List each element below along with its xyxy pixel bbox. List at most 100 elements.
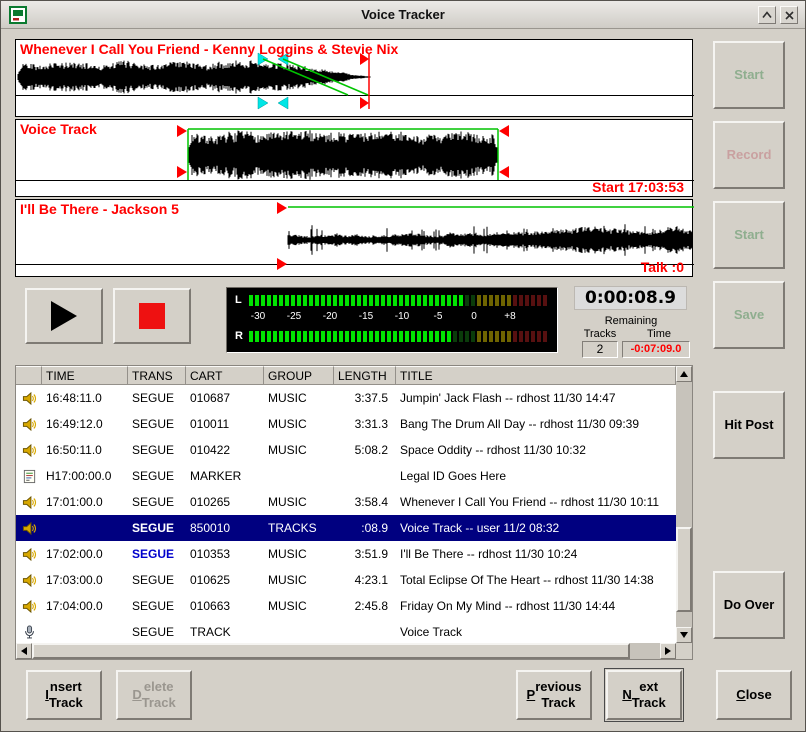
scroll-left-button[interactable] xyxy=(16,643,32,659)
scroll-down-button[interactable] xyxy=(676,627,692,643)
log-cell-group: MUSIC xyxy=(264,489,334,515)
titlebar: Voice Tracker xyxy=(1,1,805,29)
log-cell-title: Bang The Drum All Day -- rdhost 11/30 09… xyxy=(396,411,676,437)
playback-position-marker[interactable] xyxy=(360,53,369,109)
talk-time: Talk :0 xyxy=(641,259,684,275)
log-cell-title: Friday On My Mind -- rdhost 11/30 14:44 xyxy=(396,593,676,619)
log-header-cell: TRANS xyxy=(128,366,186,385)
track-title: Voice Track xyxy=(20,121,97,137)
meter-scale-label: -25 xyxy=(287,311,301,322)
arrow-right-icon xyxy=(665,647,671,655)
meter-left-label: L xyxy=(235,294,242,306)
log-row[interactable]: SEGUETRACKVoice Track xyxy=(16,619,676,643)
previous-track-button[interactable]: PreviousTrack xyxy=(516,670,592,720)
log-row[interactable]: 17:03:00.0SEGUE010625MUSIC4:23.1Total Ec… xyxy=(16,567,676,593)
shade-button[interactable] xyxy=(758,6,776,24)
voice-tracker-window: Voice Tracker xyxy=(0,0,806,732)
meter-scale-label: +8 xyxy=(504,311,515,322)
log-cell-time: 16:49:12.0 xyxy=(42,411,128,437)
speaker-icon xyxy=(16,411,42,437)
log-row[interactable]: SEGUE850010TRACKS:08.9Voice Track -- use… xyxy=(16,515,676,541)
log-cell-trans: SEGUE xyxy=(128,541,186,567)
log-cell-time xyxy=(42,515,128,541)
meter-bar-left xyxy=(249,295,551,306)
log-row[interactable]: 17:01:00.0SEGUE010265MUSIC3:58.4Whenever… xyxy=(16,489,676,515)
close-button[interactable]: Close xyxy=(716,670,792,720)
log-viewport: TIMETRANSCARTGROUPLENGTHTITLE 16:48:11.0… xyxy=(16,366,676,643)
log-cell-title: I'll Be There -- rdhost 11/30 10:24 xyxy=(396,541,676,567)
record-button[interactable]: Record xyxy=(713,121,785,189)
log-cell-trans: SEGUE xyxy=(128,593,186,619)
log-cell-group: TRACKS xyxy=(264,515,334,541)
scrollbar-corner xyxy=(676,643,692,659)
meter-scale-label: -15 xyxy=(359,311,373,322)
stop-button[interactable] xyxy=(113,288,191,344)
delete-track-button[interactable]: DeleteTrack xyxy=(116,670,192,720)
meter-scale-label: -30 xyxy=(251,311,265,322)
log-cell-group xyxy=(264,619,334,643)
horizontal-scrollbar[interactable] xyxy=(16,643,676,659)
log-row[interactable]: H17:00:00.0SEGUEMARKERLegal ID Goes Here xyxy=(16,463,676,489)
meter-scale-label: -5 xyxy=(434,311,443,322)
log-cell-trans: SEGUE xyxy=(128,489,186,515)
log-cell-group: MUSIC xyxy=(264,385,334,411)
track-panel-previous-cart[interactable]: Whenever I Call You Friend - Kenny Loggi… xyxy=(15,39,693,117)
log-cell-time: 16:48:11.0 xyxy=(42,385,128,411)
track-start-time: Start 17:03:53 xyxy=(592,179,684,195)
speaker-icon xyxy=(16,593,42,619)
play-button[interactable] xyxy=(25,288,103,344)
log-header-cell: TITLE xyxy=(396,366,676,385)
save-button[interactable]: Save xyxy=(713,281,785,349)
log-header-cell: TIME xyxy=(42,366,128,385)
scroll-right-button[interactable] xyxy=(660,643,676,659)
log-row[interactable]: 17:02:00.0SEGUE010353MUSIC3:51.9I'll Be … xyxy=(16,541,676,567)
log-cell-trans: SEGUE xyxy=(128,411,186,437)
track-panel-next-cart[interactable]: I'll Be There - Jackson 5 Talk :0 xyxy=(15,199,693,277)
log-cell-length: 3:58.4 xyxy=(334,489,396,515)
titlebar-close-button[interactable] xyxy=(780,6,798,24)
elapsed-time-display: 0:00:08.9 xyxy=(574,286,687,310)
log-cell-trans: SEGUE xyxy=(128,567,186,593)
log-header: TIMETRANSCARTGROUPLENGTHTITLE xyxy=(16,366,676,385)
log-cell-title: Jumpin' Jack Flash -- rdhost 11/30 14:47 xyxy=(396,385,676,411)
log-cell-length: :08.9 xyxy=(334,515,396,541)
hit-post-button[interactable]: Hit Post xyxy=(713,391,785,459)
log-cell-trans: SEGUE xyxy=(128,515,186,541)
speaker-icon xyxy=(16,385,42,411)
log-cell-time: 17:02:00.0 xyxy=(42,541,128,567)
start-markers[interactable] xyxy=(277,202,287,270)
log-row[interactable]: 17:04:00.0SEGUE010663MUSIC2:45.8Friday O… xyxy=(16,593,676,619)
remaining-time-label: Time xyxy=(630,328,688,340)
log-cell-cart: 010687 xyxy=(186,385,264,411)
log-header-cell xyxy=(16,366,42,385)
log-row[interactable]: 16:50:11.0SEGUE010422MUSIC5:08.2Space Od… xyxy=(16,437,676,463)
vertical-scrollbar[interactable] xyxy=(676,366,692,643)
meter-scale-label: -10 xyxy=(395,311,409,322)
speaker-icon xyxy=(16,437,42,463)
do-over-button[interactable]: Do Over xyxy=(713,571,785,639)
insert-track-button[interactable]: InsertTrack xyxy=(26,670,102,720)
remaining-tracks-label: Tracks xyxy=(574,328,626,340)
next-track-button[interactable]: NextTrack xyxy=(606,670,682,720)
play-icon xyxy=(49,299,79,333)
log-row[interactable]: 16:48:11.0SEGUE010687MUSIC3:37.5Jumpin' … xyxy=(16,385,676,411)
arrow-up-icon xyxy=(680,371,688,377)
log-cell-length: 2:45.8 xyxy=(334,593,396,619)
start-button-middle[interactable]: Start xyxy=(713,201,785,269)
log-cell-group xyxy=(264,463,334,489)
log-cell-trans: SEGUE xyxy=(128,463,186,489)
track-title: Whenever I Call You Friend - Kenny Loggi… xyxy=(20,41,398,57)
meter-scale-label: -20 xyxy=(323,311,337,322)
log-row[interactable]: 16:49:12.0SEGUE010011MUSIC3:31.3Bang The… xyxy=(16,411,676,437)
vertical-scroll-thumb[interactable] xyxy=(676,527,692,612)
waveform-path xyxy=(188,130,498,179)
log-cell-time: 16:50:11.0 xyxy=(42,437,128,463)
log-cell-time: 17:01:00.0 xyxy=(42,489,128,515)
start-button-top[interactable]: Start xyxy=(713,41,785,109)
log-cell-length xyxy=(334,619,396,643)
log-cell-group: MUSIC xyxy=(264,437,334,463)
horizontal-scroll-thumb[interactable] xyxy=(32,643,630,659)
remaining-time-value: -0:07:09.0 xyxy=(622,341,690,358)
track-panel-voice-track[interactable]: Voice Track Start 17:03:53 xyxy=(15,119,693,197)
scroll-up-button[interactable] xyxy=(676,366,692,382)
